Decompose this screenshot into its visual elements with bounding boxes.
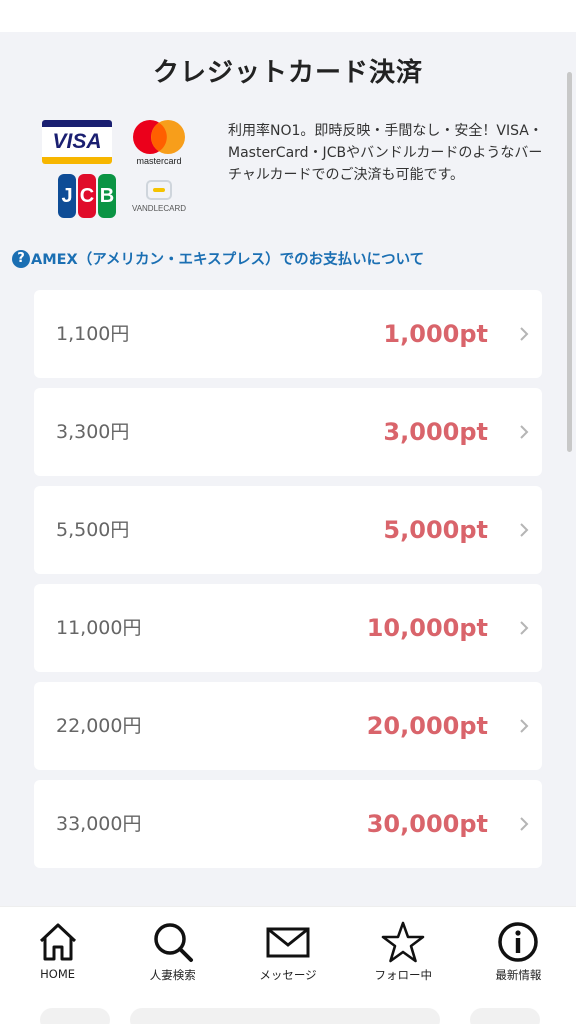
page-title: クレジットカード決済 [152, 58, 423, 88]
chevron-right-icon [520, 327, 529, 341]
plan-price: 1,100円 [56, 323, 130, 345]
home-indicator-area [0, 996, 576, 1024]
plan-item-10000pt[interactable]: 11,000円 10,000pt [34, 584, 542, 672]
plan-price: 3,300円 [56, 421, 130, 443]
scrollbar[interactable] [567, 72, 572, 452]
nav-following[interactable]: フォロー中 [346, 907, 461, 996]
nav-label: 最新情報 [495, 968, 542, 982]
plan-price: 33,000円 [56, 813, 142, 835]
plan-points: 10,000pt [366, 614, 488, 642]
chevron-right-icon [520, 719, 529, 733]
chevron-right-icon [520, 523, 529, 537]
nav-label: HOME [40, 967, 76, 981]
plan-item-1000pt[interactable]: 1,100円 1,000pt [34, 290, 542, 378]
question-icon: ? [12, 249, 30, 268]
amex-link-label: AMEX（アメリカン・エキスプレス）でのお支払いについて [31, 252, 425, 268]
bottom-navigation: HOME 人妻検索 メッセージ フォロー中 最新情報 [0, 906, 576, 996]
vandlecard-logo: VANDLECARD [128, 176, 190, 220]
payment-description: 利用率NO1。即時反映・手間なし・安全！VISA・MasterCard・JCBや… [228, 123, 543, 183]
plan-item-5000pt[interactable]: 5,500円 5,000pt [34, 486, 542, 574]
chevron-right-icon [520, 621, 529, 635]
plan-item-30000pt[interactable]: 33,000円 30,000pt [34, 780, 542, 868]
plan-points: 30,000pt [366, 810, 488, 838]
plan-price: 5,500円 [56, 519, 130, 541]
payment-content: クレジットカード決済 VISA mastercard J C B VANDLEC… [0, 32, 576, 906]
plan-item-3000pt[interactable]: 3,300円 3,000pt [34, 388, 542, 476]
status-bar-area [0, 0, 576, 32]
nav-label: フォロー中 [374, 968, 432, 982]
plan-price: 22,000円 [56, 715, 142, 737]
mastercard-logo: mastercard [128, 118, 190, 168]
plan-points: 20,000pt [366, 712, 488, 740]
nav-label: 人妻検索 [149, 968, 196, 982]
mail-icon [266, 927, 310, 958]
plan-points: 5,000pt [383, 516, 488, 544]
star-icon [381, 921, 425, 963]
visa-logo: VISA [42, 120, 112, 164]
plan-price: 11,000円 [56, 617, 142, 639]
point-plan-list: 1,100円 1,000pt 3,300円 3,000pt 5,500円 5,0… [34, 290, 542, 868]
nav-messages[interactable]: メッセージ [230, 907, 345, 996]
chevron-right-icon [520, 817, 529, 831]
plan-points: 3,000pt [383, 418, 488, 446]
nav-news[interactable]: 最新情報 [461, 907, 576, 996]
card-brand-logos: VISA mastercard J C B VANDLECARD [42, 118, 192, 222]
home-icon [39, 923, 76, 961]
nav-search[interactable]: 人妻検索 [115, 907, 230, 996]
jcb-logo: J C B [58, 174, 116, 218]
search-icon [154, 923, 193, 962]
nav-home[interactable]: HOME [0, 907, 115, 996]
nav-label: メッセージ [259, 968, 317, 982]
info-icon [498, 922, 539, 962]
chevron-right-icon [520, 425, 529, 439]
amex-info-link[interactable]: ? AMEX（アメリカン・エキスプレス）でのお支払いについて [12, 248, 572, 269]
plan-points: 1,000pt [383, 320, 488, 348]
plan-item-20000pt[interactable]: 22,000円 20,000pt [34, 682, 542, 770]
